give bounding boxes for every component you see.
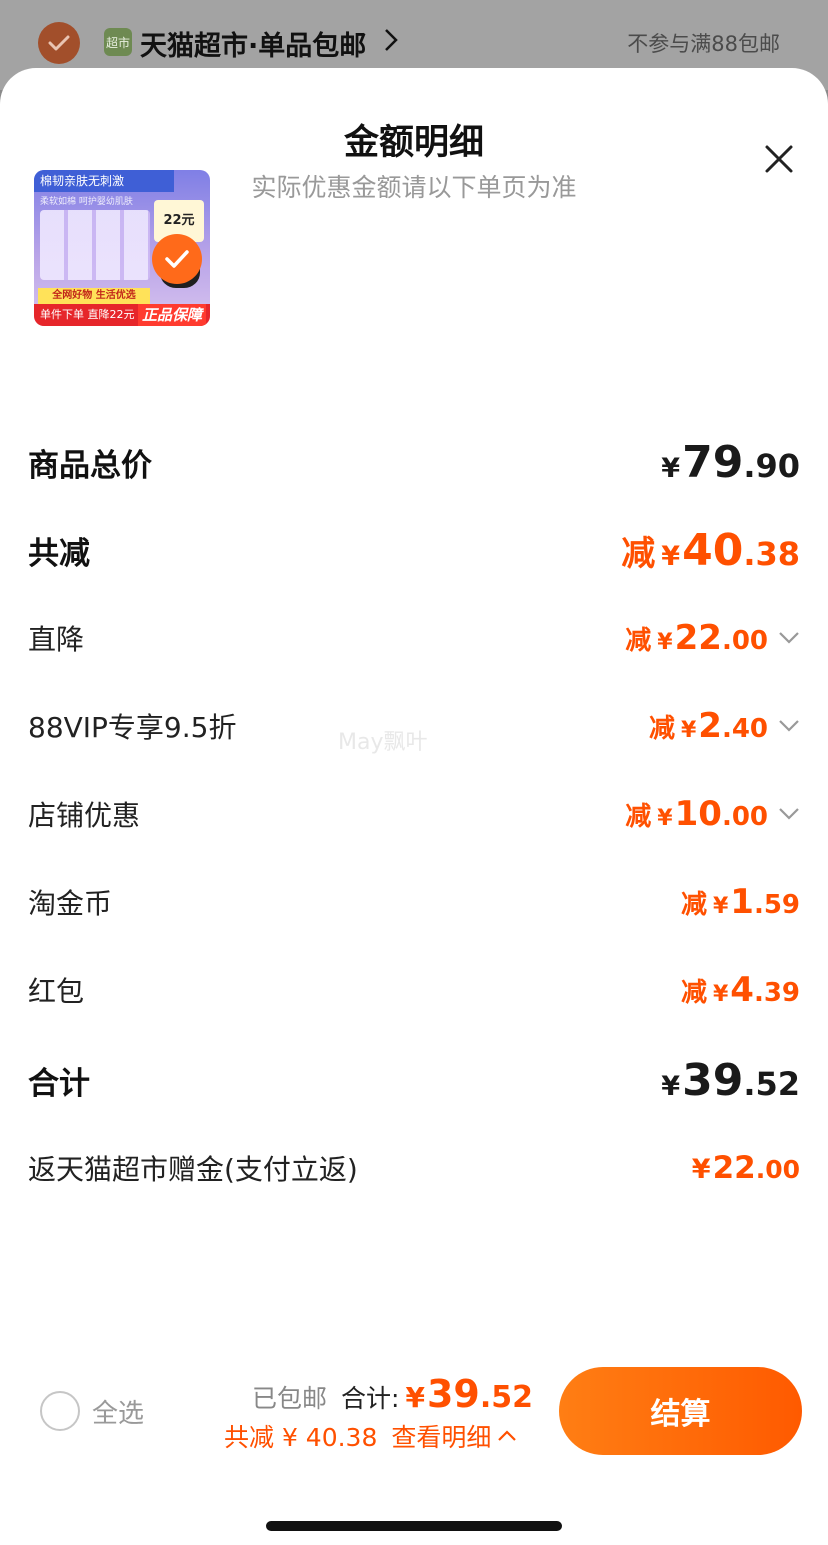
product-checked-icon[interactable] <box>152 234 202 284</box>
product-banner-text: 棉韧亲肤无刺激 <box>34 170 174 192</box>
watermark: May飘叶 <box>338 730 428 755</box>
row-amount: 减 ¥ 1 .59 <box>680 882 800 922</box>
view-details-link[interactable]: 查看明细 <box>391 1418 517 1454</box>
row-direct-discount[interactable]: 直降 减 ¥ 22 .00 <box>28 608 800 668</box>
product-sub-text: 柔软如棉 呵护婴幼肌肤 <box>40 197 133 207</box>
total-integer: 39 <box>426 1372 480 1416</box>
close-icon <box>765 145 793 173</box>
footer-savings: 共减 ¥ 40.38 查看明细 <box>224 1418 517 1454</box>
footer-total: 已包邮 合计: ¥ 39 .52 <box>252 1372 533 1416</box>
row-amount: 减 ¥ 2 .40 <box>649 706 800 746</box>
row-cashback: 返天猫超市赠金(支付立返) ¥ 22 .00 <box>28 1138 800 1198</box>
row-label: 店铺优惠 <box>28 799 141 832</box>
home-indicator[interactable] <box>266 1521 562 1531</box>
row-label: 返天猫超市赠金(支付立返) <box>28 1153 358 1186</box>
genuine-badge: 正品保障 <box>137 304 206 326</box>
row-amount: 减 ¥ 22 .00 <box>625 618 800 658</box>
product-image <box>40 210 150 280</box>
row-taojinbi: 淘金币 减 ¥ 1 .59 <box>28 872 800 932</box>
row-total-discount: 共减 减 ¥ 40 .38 <box>28 520 800 580</box>
chevron-right-icon[interactable] <box>384 28 398 56</box>
close-button[interactable] <box>758 138 800 180</box>
row-store-discount[interactable]: 店铺优惠 减 ¥ 10 .00 <box>28 784 800 844</box>
store-checked-icon[interactable] <box>38 22 80 64</box>
row-amount: 减 ¥ 40 .38 <box>621 524 800 576</box>
chevron-up-icon <box>498 1430 517 1441</box>
row-total: 合计 ¥ 39 .52 <box>28 1050 800 1110</box>
product-strip-text: 全网好物 生活优选 <box>38 288 150 304</box>
row-label: 淘金币 <box>28 887 113 920</box>
tmall-supermarket-logo: 超市 <box>104 28 132 56</box>
row-label: 合计 <box>28 1065 90 1102</box>
chevron-down-icon[interactable] <box>778 719 800 733</box>
row-amount: ¥ 79 .90 <box>661 436 800 488</box>
shipping-label: 已包邮 <box>252 1384 328 1413</box>
row-red-packet: 红包 减 ¥ 4 .39 <box>28 960 800 1020</box>
chevron-down-icon[interactable] <box>778 631 800 645</box>
row-amount: 减 ¥ 10 .00 <box>625 794 800 834</box>
row-label: 商品总价 <box>28 447 152 484</box>
row-amount: ¥ 22 .00 <box>691 1150 800 1186</box>
total-decimal: .52 <box>479 1380 533 1415</box>
saved-amount: 共减 ¥ 40.38 <box>224 1423 378 1452</box>
store-name[interactable]: 天猫超市·单品包邮 <box>140 24 366 63</box>
shipping-note: 不参与满88包邮 <box>627 32 780 56</box>
row-label: 88VIP专享9.5折 <box>28 711 237 744</box>
select-all-toggle[interactable]: 全选 <box>40 1391 144 1431</box>
select-all-label: 全选 <box>92 1398 145 1429</box>
row-subtotal: 商品总价 ¥ 79 .90 <box>28 432 800 492</box>
row-amount: 减 ¥ 4 .39 <box>680 970 800 1010</box>
view-details-label: 查看明细 <box>391 1423 492 1452</box>
checkout-button[interactable]: 结算 <box>559 1367 802 1455</box>
total-label: 合计: <box>341 1384 400 1413</box>
row-amount: ¥ 39 .52 <box>661 1054 800 1106</box>
chevron-down-icon[interactable] <box>778 807 800 821</box>
total-currency: ¥ <box>405 1381 425 1414</box>
select-all-radio[interactable] <box>40 1391 80 1431</box>
row-label: 红包 <box>28 975 85 1008</box>
row-label: 共减 <box>28 535 90 572</box>
row-label: 直降 <box>28 623 85 656</box>
sheet-title: 金额明细 <box>343 123 484 163</box>
